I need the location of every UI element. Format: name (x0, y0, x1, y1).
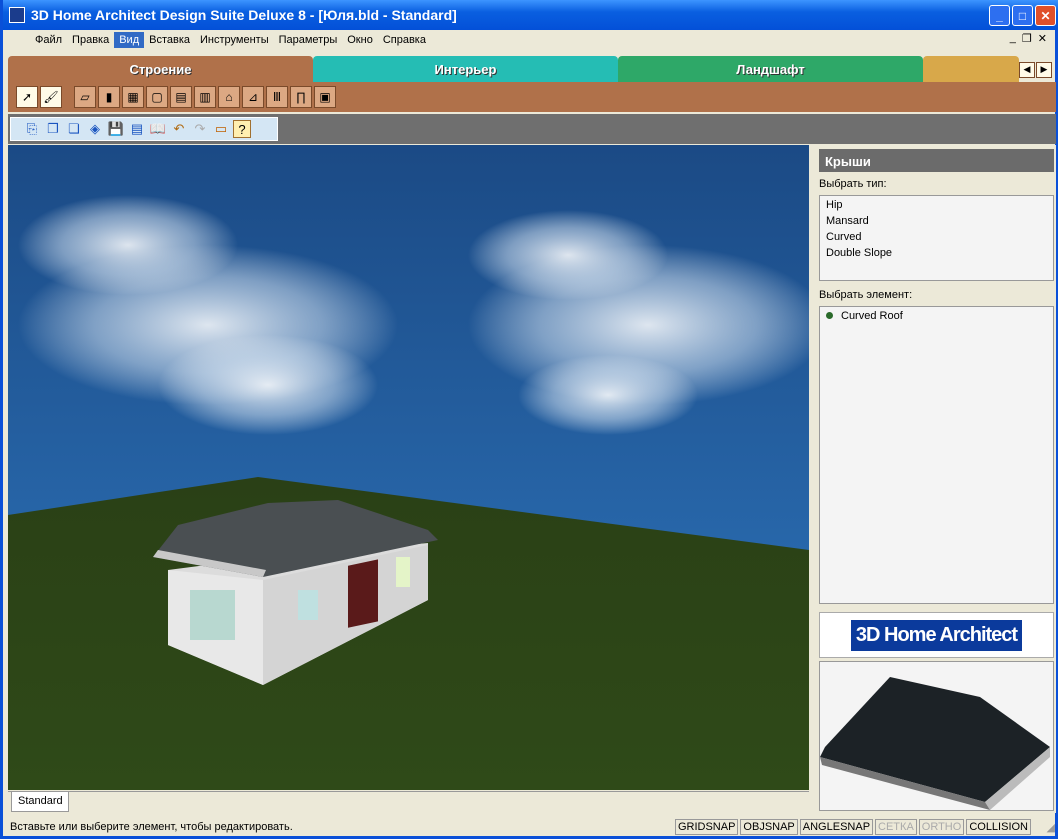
roofs-panel: Крыши Выбрать тип: Hip Mansard Curved Do… (813, 145, 1056, 813)
resize-grip-icon[interactable]: ◢ (1031, 821, 1055, 834)
minimize-button[interactable]: _ (989, 5, 1010, 26)
type-list[interactable]: Hip Mansard Curved Double Slope (819, 195, 1054, 281)
status-bar: Вставьте или выберите элемент, чтобы ред… (6, 818, 1055, 836)
3d-scene (8, 145, 809, 790)
element-item[interactable]: Curved Roof (826, 310, 1047, 326)
paint-brush-icon[interactable]: 🖌 (40, 86, 62, 108)
foundation-icon[interactable]: ▣ (314, 86, 336, 108)
view-toolbar-area: ⎘ ❐ ❏ ◈ 💾 ▤ 📖 ↶ ↷ ▭ ? (8, 114, 1056, 144)
import-icon[interactable]: ◈ (86, 120, 104, 138)
structure-toolbar: ➚ 🖌 ▱ ▮ ▦ ▢ ▤ ▥ ⌂ ⊿ Ⅲ ∏ ▣ (8, 82, 1056, 112)
bullet-icon (826, 312, 833, 319)
close-button[interactable]: ✕ (1035, 5, 1056, 26)
menu-insert[interactable]: Вставка (144, 32, 195, 48)
mdi-restore-icon[interactable]: ❐ (1022, 32, 1032, 45)
save-all-icon[interactable]: ▤ (128, 120, 146, 138)
save-icon[interactable]: 💾 (107, 120, 125, 138)
type-label: Выбрать тип: (819, 178, 887, 190)
maximize-button[interactable]: □ (1012, 5, 1033, 26)
opening-icon[interactable]: ▢ (146, 86, 168, 108)
app-icon (9, 7, 25, 23)
brand-logo: 3D Home Architect (819, 612, 1054, 658)
menu-options[interactable]: Параметры (274, 32, 343, 48)
menu-help[interactable]: Справка (378, 32, 431, 48)
element-label: Выбрать элемент: (819, 289, 913, 301)
help-icon[interactable]: ? (233, 120, 251, 138)
roof-preview-image (820, 677, 1050, 810)
wall-icon[interactable]: ▱ (74, 86, 96, 108)
open-template-icon[interactable]: ❏ (65, 120, 83, 138)
tab-interior[interactable]: Интерьер (313, 56, 618, 83)
view-tabs: Standard (8, 791, 809, 813)
category-tabs: Строение Интерьер Ландшафт ◀ ▶ (8, 56, 1056, 83)
door-icon[interactable]: ▮ (98, 86, 120, 108)
menu-bar: Файл Правка Вид Вставка Инструменты Пара… (6, 30, 1055, 50)
3d-viewport[interactable] (8, 145, 809, 790)
undo-icon[interactable]: ↶ (170, 120, 188, 138)
view-tab-standard[interactable]: Standard (11, 792, 69, 812)
roof-icon[interactable]: ⌂ (218, 86, 240, 108)
grid-toggle[interactable]: СЕТКА (875, 819, 917, 835)
panel-title: Крыши (819, 149, 1054, 172)
collision-toggle[interactable]: COLLISION (966, 819, 1031, 835)
select-arrow-icon[interactable]: ➚ (16, 86, 38, 108)
menu-window[interactable]: Окно (342, 32, 378, 48)
menu-file[interactable]: Файл (30, 32, 67, 48)
ceiling-icon[interactable]: ▥ (194, 86, 216, 108)
scroll-left-icon[interactable]: ◀ (1019, 61, 1035, 78)
column-icon[interactable]: ∏ (290, 86, 312, 108)
ortho-toggle[interactable]: ORTHO (918, 819, 965, 835)
window-title: 3D Home Architect Design Suite Deluxe 8 … (31, 7, 457, 23)
mdi-minimize-icon[interactable]: _ (1010, 32, 1016, 45)
gridsnap-toggle[interactable]: GRIDSNAP (674, 819, 739, 835)
mdi-close-icon[interactable]: ✕ (1038, 32, 1047, 45)
type-item-curved[interactable]: Curved (826, 231, 1047, 247)
anglesnap-toggle[interactable]: ANGLESNAP (799, 819, 874, 835)
tab-landscape[interactable]: Ландшафт (618, 56, 923, 83)
library-icon[interactable]: 📖 (149, 120, 167, 138)
floor-icon[interactable]: ▤ (170, 86, 192, 108)
element-list[interactable]: Curved Roof (819, 306, 1054, 604)
new-icon[interactable]: ⎘ (23, 120, 41, 138)
railing-icon[interactable]: Ⅲ (266, 86, 288, 108)
menu-tools[interactable]: Инструменты (195, 32, 274, 48)
open-icon[interactable]: ❐ (44, 120, 62, 138)
app-window: 3D Home Architect Design Suite Deluxe 8 … (0, 0, 1058, 839)
type-item-mansard[interactable]: Mansard (826, 215, 1047, 231)
type-item-hip[interactable]: Hip (826, 199, 1047, 215)
stairs-icon[interactable]: ⊿ (242, 86, 264, 108)
menu-view[interactable]: Вид (114, 32, 145, 48)
redo-icon[interactable]: ↷ (191, 120, 209, 138)
title-bar: 3D Home Architect Design Suite Deluxe 8 … (3, 0, 1058, 30)
objsnap-toggle[interactable]: OBJSNAP (740, 819, 798, 835)
scroll-right-icon[interactable]: ▶ (1036, 61, 1052, 78)
menu-edit[interactable]: Правка (67, 32, 114, 48)
view-toolbar: ⎘ ❐ ❏ ◈ 💾 ▤ 📖 ↶ ↷ ▭ ? (10, 117, 278, 141)
type-item-double-slope[interactable]: Double Slope (826, 247, 1047, 263)
status-message: Вставьте или выберите элемент, чтобы ред… (10, 821, 293, 833)
print-icon[interactable]: ▭ (212, 120, 230, 138)
tab-more[interactable] (923, 56, 1019, 83)
roof-preview (819, 661, 1054, 811)
window-icon[interactable]: ▦ (122, 86, 144, 108)
tab-structure[interactable]: Строение (8, 56, 313, 83)
